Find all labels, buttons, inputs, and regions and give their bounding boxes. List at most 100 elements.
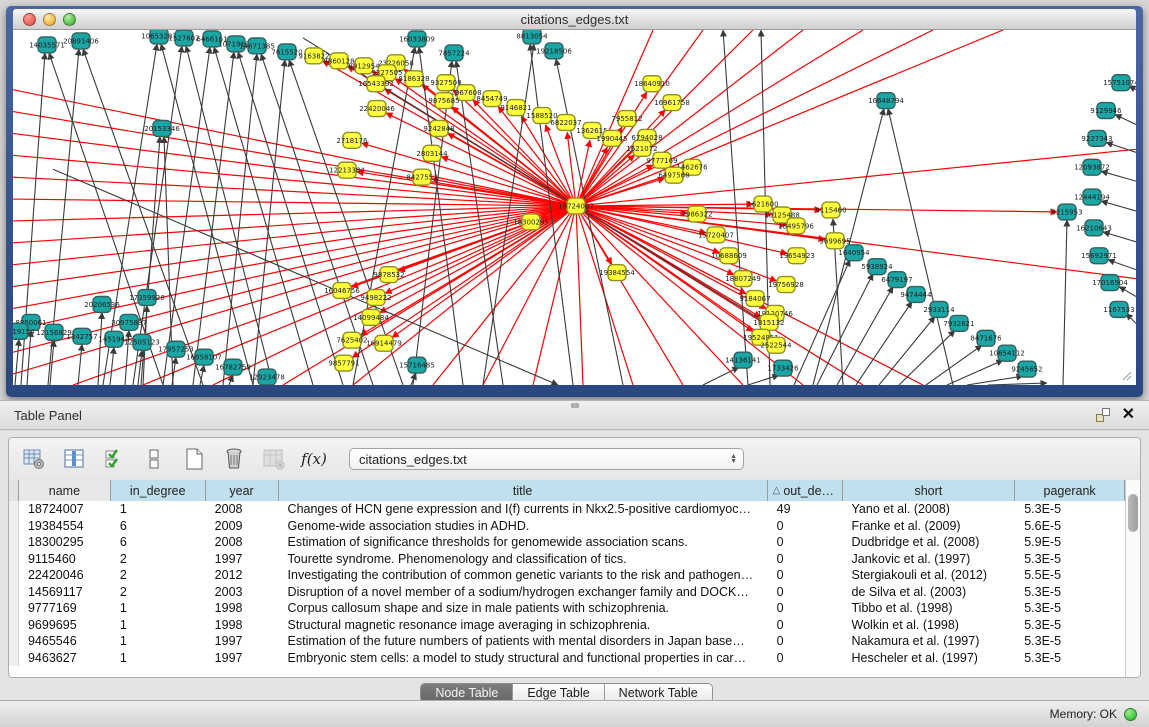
citation-edge[interactable] (353, 47, 415, 385)
table-row[interactable]: 2242004622012Investigating the contribut… (9, 567, 1125, 584)
network-node[interactable]: 12213384 (329, 162, 365, 178)
citation-edge[interactable] (817, 274, 873, 385)
table-cell[interactable]: Yano et al. (2008) (843, 501, 1016, 518)
network-node[interactable]: 1733426 (767, 360, 798, 376)
network-node[interactable]: 15751074 (1103, 75, 1136, 91)
table-cell[interactable]: Wolkin et al. (1998) (843, 617, 1016, 634)
table-cell[interactable]: 9115460 (19, 551, 111, 568)
minimize-light-icon[interactable] (43, 13, 56, 26)
table-cell[interactable]: 18300295 (19, 534, 111, 551)
network-node[interactable]: 19218506 (536, 43, 572, 59)
network-node[interactable]: 1167533 (1103, 301, 1134, 317)
table-row[interactable]: 911546021997Tourette syndrome. Phenomeno… (9, 551, 1125, 568)
table-cell[interactable]: 6 (111, 518, 206, 535)
table-cell[interactable]: 1998 (206, 600, 279, 617)
network-node[interactable]: 16648794 (868, 93, 904, 109)
table-row[interactable]: 1456911722003Disruption of a novel membe… (9, 584, 1125, 601)
table-cell[interactable]: de Silva et al. (2003) (843, 584, 1016, 601)
table-cell[interactable]: 2009 (206, 518, 279, 535)
table-row[interactable]: 946554611997Estimation of the future num… (9, 633, 1125, 650)
network-node[interactable]: 14136141 (725, 352, 761, 368)
citation-edge[interactable] (879, 316, 935, 385)
table-cell[interactable]: 2012 (206, 567, 279, 584)
vertical-scrollbar[interactable] (1125, 480, 1140, 677)
table-cell[interactable]: 5.9E-5 (1015, 534, 1125, 551)
table-cell[interactable]: 0 (768, 518, 843, 535)
network-node[interactable]: 9245652 (1011, 361, 1042, 377)
table-row[interactable]: 1830029562008Estimation of significance … (9, 534, 1125, 551)
table-cell[interactable]: 14569117 (19, 584, 111, 601)
network-node[interactable]: 9115460 (815, 202, 846, 218)
network-node[interactable]: 19384554 (599, 265, 635, 281)
citation-edge[interactable] (1103, 232, 1136, 242)
citation-edge[interactable] (1101, 201, 1136, 211)
citation-edge[interactable] (253, 60, 285, 385)
table-row[interactable]: 969969511998Structural magnetic resonanc… (9, 617, 1125, 634)
table-cell[interactable]: Stergiakouli et al. (2012) (843, 567, 1016, 584)
network-node[interactable]: 8813054 (516, 30, 548, 44)
table-cell[interactable]: 0 (768, 617, 843, 634)
table-cell[interactable]: 0 (768, 551, 843, 568)
table-cell[interactable]: 9463627 (19, 650, 111, 667)
network-node[interactable]: 20891406 (63, 33, 99, 49)
splitter-grip[interactable] (571, 403, 579, 408)
network-node[interactable]: 16033809 (399, 31, 435, 47)
column-header-title[interactable]: title (279, 480, 768, 501)
table-cell[interactable]: Corpus callosum shape and size in male p… (279, 600, 768, 617)
table-cell[interactable]: Changes of HCN gene expression and I(f) … (279, 501, 768, 518)
network-node[interactable]: 9215953 (1051, 204, 1082, 220)
column-header-indegree[interactable]: in_degree (111, 480, 206, 501)
network-node[interactable]: 8471676 (970, 330, 1001, 346)
table-cell[interactable]: 1 (111, 617, 206, 634)
table-row[interactable]: 1938455462009Genome-wide association stu… (9, 518, 1125, 535)
table-row[interactable]: 1872400712008Changes of HCN gene express… (9, 501, 1125, 518)
table-cell[interactable]: Nakamura et al. (1997) (843, 633, 1016, 650)
citation-edge[interactable] (13, 206, 576, 265)
table-cell[interactable]: 9699695 (19, 617, 111, 634)
table-cell[interactable]: Structural magnetic resonance image aver… (279, 617, 768, 634)
table-cell[interactable]: 2008 (206, 534, 279, 551)
new-table-icon[interactable] (181, 446, 207, 472)
select-all-icon[interactable] (101, 446, 127, 472)
table-cell[interactable]: 5.3E-5 (1015, 551, 1125, 568)
citation-edge[interactable] (988, 383, 1047, 385)
table-cell[interactable]: 5.5E-5 (1015, 567, 1125, 584)
network-node[interactable]: 9227343 (1081, 130, 1112, 146)
network-node[interactable]: 16914479 (366, 335, 402, 351)
network-node[interactable]: 9857791 (328, 355, 359, 371)
canvas-resize-grip[interactable] (1123, 372, 1131, 380)
table-cell[interactable]: 1997 (206, 650, 279, 667)
zoom-light-icon[interactable] (63, 13, 76, 26)
citation-edge[interactable] (78, 344, 82, 385)
network-node[interactable]: 10688609 (711, 248, 747, 264)
network-node[interactable]: 5938924 (861, 259, 893, 275)
network-node[interactable]: 2933114 (923, 301, 955, 317)
close-light-icon[interactable] (23, 13, 36, 26)
table-cell[interactable]: 0 (768, 633, 843, 650)
column-header-outde[interactable]: △out_de… (768, 480, 843, 501)
network-window-titlebar[interactable]: citations_edges.txt (13, 9, 1136, 30)
network-window[interactable]: citations_edges.txt 91638228860128891295… (6, 6, 1143, 397)
column-header-year[interactable]: year (206, 480, 279, 501)
network-node[interactable]: 16961758 (654, 95, 690, 111)
table-cell[interactable]: Investigating the contribution of common… (279, 567, 768, 584)
table-cell[interactable]: 0 (768, 534, 843, 551)
network-node[interactable]: 12093872 (1074, 159, 1110, 175)
table-settings-icon[interactable] (21, 446, 47, 472)
citation-edge[interactable] (1119, 287, 1136, 297)
citation-edge[interactable] (703, 367, 739, 385)
citation-edge[interactable] (1101, 171, 1136, 181)
table-cell[interactable]: 1 (111, 633, 206, 650)
table-cell[interactable]: Estimation of significance thresholds fo… (279, 534, 768, 551)
table-cell[interactable]: 5.6E-5 (1015, 518, 1125, 535)
citation-edge[interactable] (856, 301, 912, 385)
table-cell[interactable]: 0 (768, 567, 843, 584)
table-cell[interactable]: 1997 (206, 551, 279, 568)
table-cell[interactable]: 5.3E-5 (1015, 600, 1125, 617)
table-cell[interactable]: 0 (768, 600, 843, 617)
close-panel-icon[interactable]: ✕ (1122, 408, 1135, 422)
network-node[interactable]: 10654112 (989, 345, 1025, 361)
function-builder-icon[interactable]: f(x) (301, 446, 327, 472)
citation-edge[interactable] (837, 287, 893, 385)
show-columns-icon[interactable] (61, 446, 87, 472)
